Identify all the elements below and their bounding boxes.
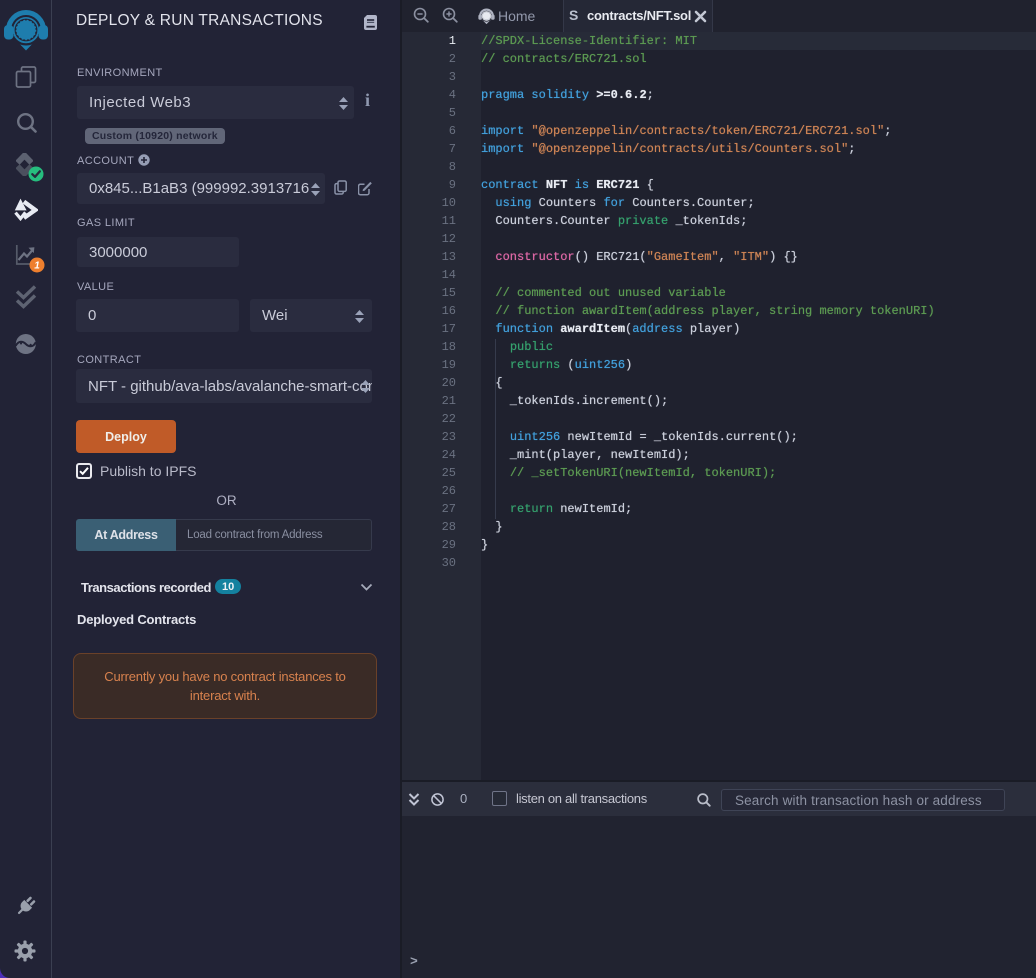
svg-text:1: 1 (34, 260, 40, 271)
